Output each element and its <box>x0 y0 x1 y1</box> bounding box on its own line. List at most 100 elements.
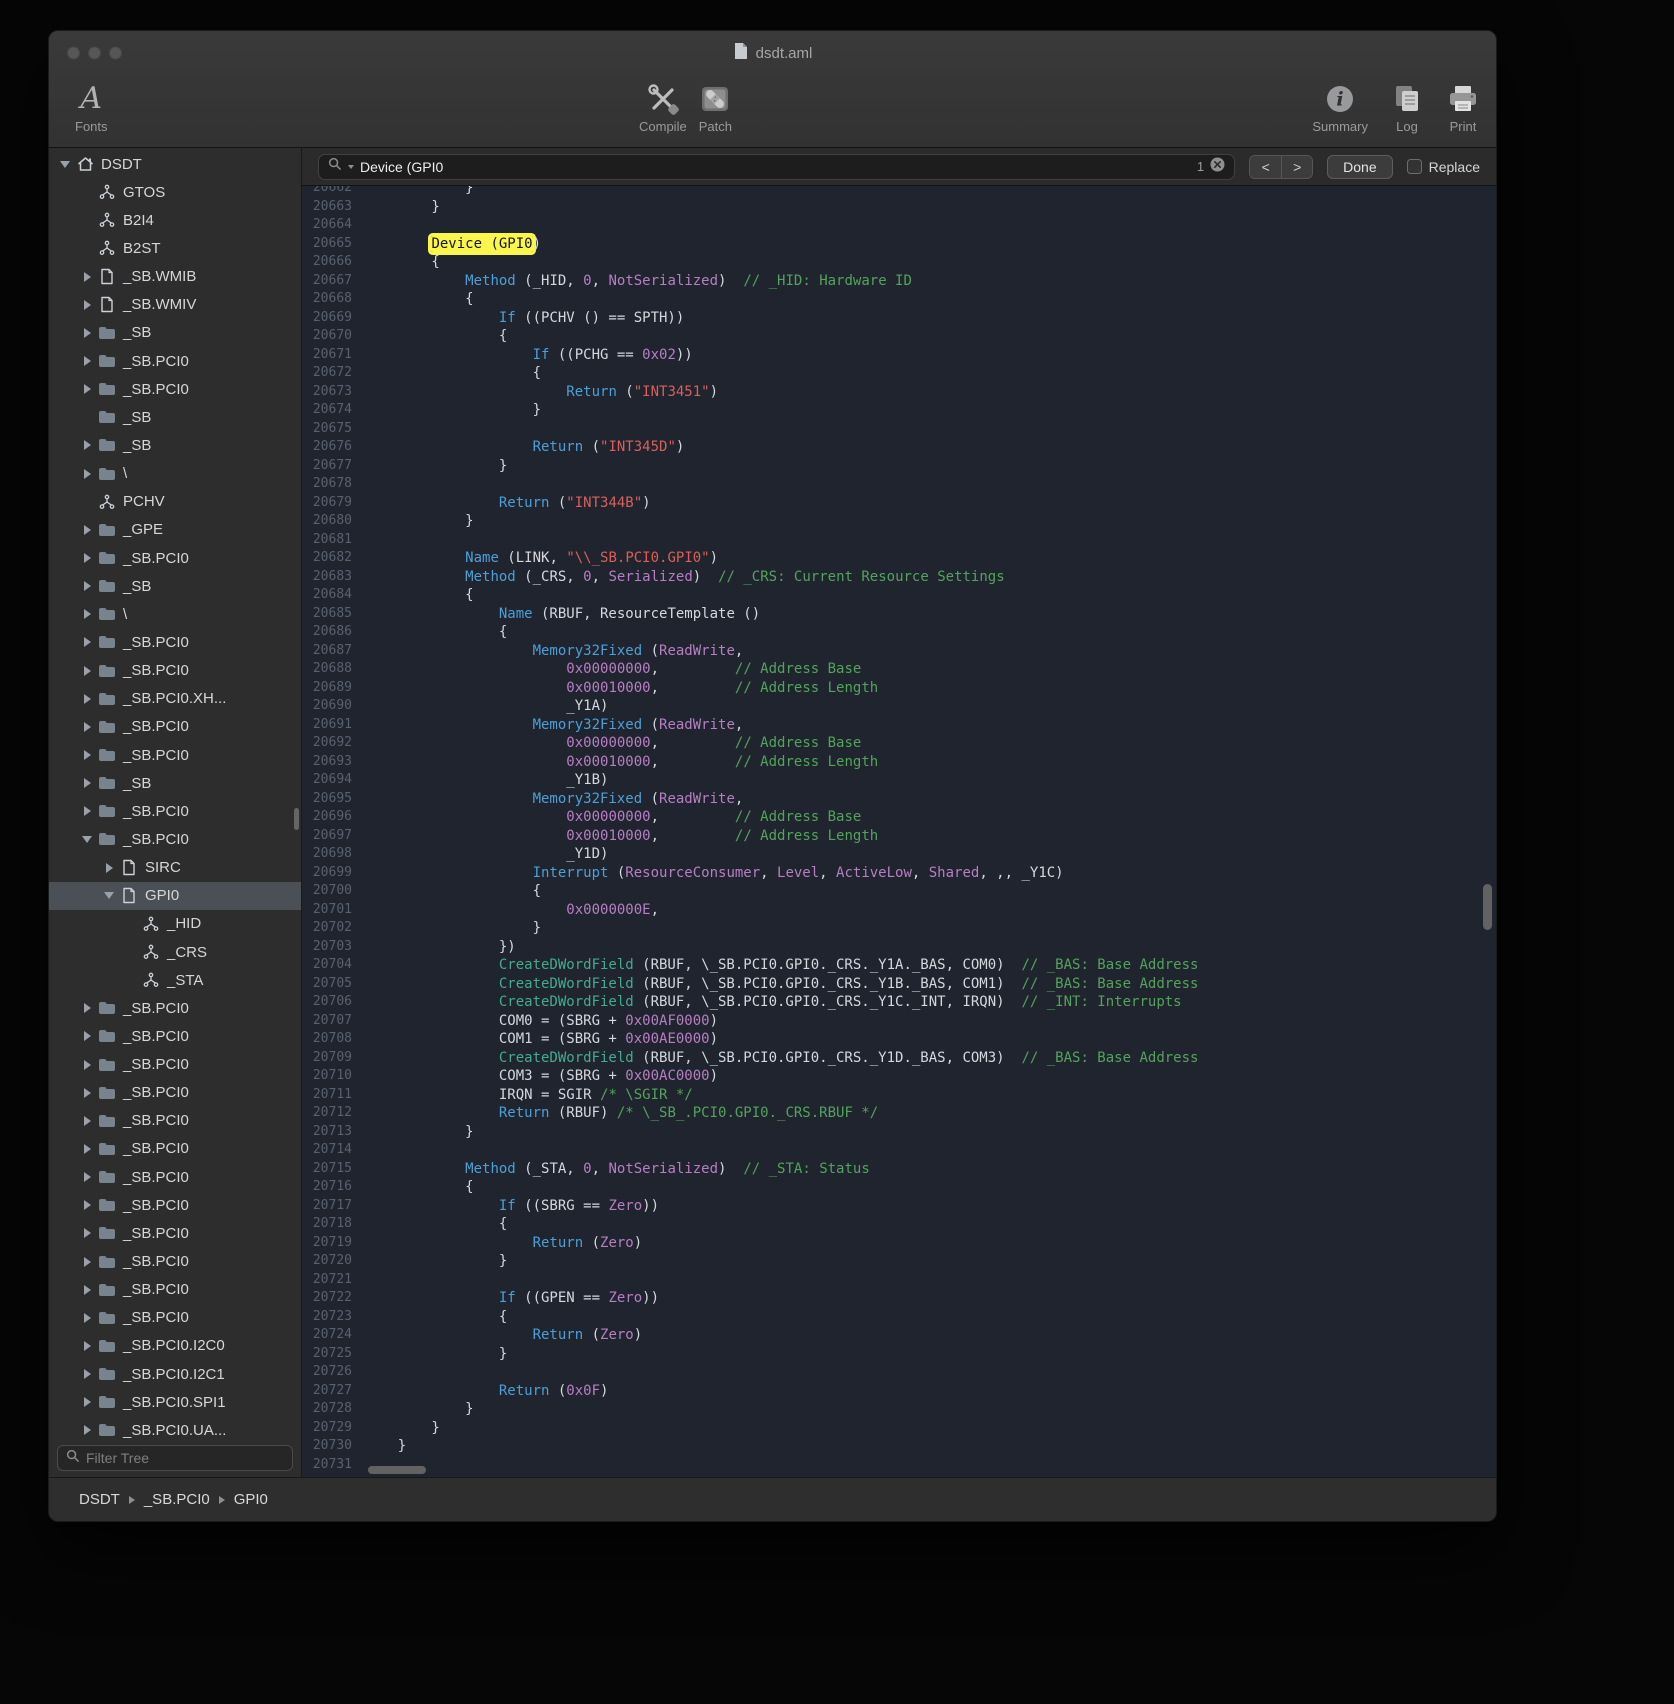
sidebar-item-sb-pci0-i2c0[interactable]: _SB.PCI0.I2C0 <box>49 1332 301 1360</box>
disclosure-right-icon[interactable] <box>79 1341 95 1351</box>
disclosure-right-icon[interactable] <box>79 1228 95 1238</box>
disclosure-right-icon[interactable] <box>79 1257 95 1267</box>
filter-tree-input[interactable] <box>86 1450 284 1466</box>
sidebar-item-sb-pci0[interactable]: _SB.PCI0 <box>49 994 301 1022</box>
disclosure-right-icon[interactable] <box>79 1088 95 1098</box>
summary-button[interactable]: i Summary <box>1312 81 1368 134</box>
disclosure-right-icon[interactable] <box>79 778 95 788</box>
disclosure-right-icon[interactable] <box>79 1116 95 1126</box>
disclosure-right-icon[interactable] <box>79 1425 95 1435</box>
sidebar-item-sb[interactable]: _SB <box>49 572 301 600</box>
disclosure-right-icon[interactable] <box>79 469 95 479</box>
sidebar-item-sb-pci0[interactable]: _SB.PCI0 <box>49 375 301 403</box>
sidebar-item-gpe[interactable]: _GPE <box>49 516 301 544</box>
disclosure-right-icon[interactable] <box>79 328 95 338</box>
sidebar-scrollbar-thumb[interactable] <box>294 808 299 830</box>
find-field[interactable]: 1 <box>318 154 1235 180</box>
sidebar-item-sb-pci0[interactable]: _SB.PCI0 <box>49 797 301 825</box>
sidebar-item-sb-pci0[interactable]: _SB.PCI0 <box>49 1163 301 1191</box>
disclosure-right-icon[interactable] <box>79 637 95 647</box>
sidebar-item-sirc[interactable]: SIRC <box>49 854 301 882</box>
sidebar-item-sb-pci0[interactable]: _SB.PCI0 <box>49 1022 301 1050</box>
disclosure-down-icon[interactable] <box>79 836 95 843</box>
sidebar-item-sb-pci0[interactable]: _SB.PCI0 <box>49 1135 301 1163</box>
sidebar-item-sb-pci0[interactable]: _SB.PCI0 <box>49 544 301 572</box>
disclosure-right-icon[interactable] <box>79 609 95 619</box>
disclosure-right-icon[interactable] <box>79 1144 95 1154</box>
sidebar-item-sb-pci0[interactable]: _SB.PCI0 <box>49 1304 301 1332</box>
sidebar-item-gtos[interactable]: GTOS <box>49 178 301 206</box>
disclosure-right-icon[interactable] <box>79 1031 95 1041</box>
sidebar-item-sb[interactable]: _SB <box>49 319 301 347</box>
sidebar-item-sb-pci0[interactable]: _SB.PCI0 <box>49 1247 301 1275</box>
disclosure-right-icon[interactable] <box>79 1285 95 1295</box>
sidebar-item-sb-wmib[interactable]: _SB.WMIB <box>49 263 301 291</box>
sidebar-item-sb-pci0[interactable]: _SB.PCI0 <box>49 657 301 685</box>
disclosure-down-icon[interactable] <box>57 161 73 168</box>
sidebar-item-sb[interactable]: _SB <box>49 431 301 459</box>
horizontal-scrollbar-thumb[interactable] <box>368 1466 426 1474</box>
sidebar-item-sb-wmiv[interactable]: _SB.WMIV <box>49 291 301 319</box>
close-window-button[interactable] <box>67 47 80 60</box>
disclosure-right-icon[interactable] <box>79 525 95 535</box>
breadcrumb-item[interactable]: GPI0 <box>234 1491 268 1508</box>
disclosure-right-icon[interactable] <box>79 1369 95 1379</box>
sidebar-item-sb-pci0[interactable]: _SB.PCI0 <box>49 1079 301 1107</box>
sidebar-item-sb-pci0-i2c1[interactable]: _SB.PCI0.I2C1 <box>49 1360 301 1388</box>
sidebar-item-sta[interactable]: _STA <box>49 966 301 994</box>
find-previous-button[interactable]: < <box>1250 156 1281 178</box>
disclosure-right-icon[interactable] <box>79 300 95 310</box>
disclosure-right-icon[interactable] <box>79 581 95 591</box>
sidebar-item-sb[interactable]: _SB <box>49 403 301 431</box>
disclosure-right-icon[interactable] <box>79 1172 95 1182</box>
disclosure-right-icon[interactable] <box>79 1060 95 1070</box>
clear-search-icon[interactable] <box>1210 157 1225 177</box>
compile-button[interactable]: Compile <box>639 81 687 134</box>
sidebar-item-sb-pci0[interactable]: _SB.PCI0 <box>49 741 301 769</box>
disclosure-right-icon[interactable] <box>79 553 95 563</box>
zoom-window-button[interactable] <box>109 47 122 60</box>
sidebar-item-gpi0[interactable]: GPI0 <box>49 882 301 910</box>
sidebar-item-sb-pci0-spi1[interactable]: _SB.PCI0.SPI1 <box>49 1388 301 1416</box>
disclosure-right-icon[interactable] <box>79 694 95 704</box>
sidebar-item-sb-pci0-ua[interactable]: _SB.PCI0.UA... <box>49 1416 301 1441</box>
sidebar-item-sb-pci0[interactable]: _SB.PCI0 <box>49 713 301 741</box>
sidebar-item-backslash[interactable]: \ <box>49 600 301 628</box>
sidebar-item-backslash[interactable]: \ <box>49 460 301 488</box>
patch-button[interactable]: Patch <box>699 81 732 134</box>
sidebar-item-sb-pci0[interactable]: _SB.PCI0 <box>49 347 301 375</box>
sidebar-item-pchv[interactable]: PCHV <box>49 488 301 516</box>
code-area[interactable]: 20662 }20663 }2066420665 Device (GPI0)20… <box>302 186 1496 1477</box>
disclosure-right-icon[interactable] <box>79 1200 95 1210</box>
disclosure-right-icon[interactable] <box>79 272 95 282</box>
sidebar-item-sb-pci0[interactable]: _SB.PCI0 <box>49 1191 301 1219</box>
disclosure-right-icon[interactable] <box>79 1313 95 1323</box>
search-history-caret-icon[interactable] <box>348 165 354 169</box>
disclosure-right-icon[interactable] <box>79 750 95 760</box>
breadcrumb-item[interactable]: DSDT <box>79 1491 120 1508</box>
sidebar-item-sb-pci0-xh[interactable]: _SB.PCI0.XH... <box>49 685 301 713</box>
sidebar-item-sb-pci0[interactable]: _SB.PCI0 <box>49 1107 301 1135</box>
print-button[interactable]: Print <box>1446 81 1480 134</box>
disclosure-right-icon[interactable] <box>79 806 95 816</box>
vertical-scrollbar-thumb[interactable] <box>1483 884 1492 930</box>
disclosure-right-icon[interactable] <box>79 1003 95 1013</box>
find-next-button[interactable]: > <box>1281 156 1312 178</box>
sidebar-item-sb-pci0[interactable]: _SB.PCI0 <box>49 628 301 656</box>
sidebar-item-hid[interactable]: _HID <box>49 910 301 938</box>
sidebar-item-dsdt[interactable]: DSDT <box>49 150 301 178</box>
filter-tree-field[interactable] <box>57 1445 293 1471</box>
disclosure-right-icon[interactable] <box>79 384 95 394</box>
disclosure-right-icon[interactable] <box>79 356 95 366</box>
breadcrumb-item[interactable]: _SB.PCI0 <box>144 1491 210 1508</box>
fonts-button[interactable]: A Fonts <box>75 81 108 134</box>
sidebar-item-crs[interactable]: _CRS <box>49 938 301 966</box>
sidebar-item-b2st[interactable]: B2ST <box>49 234 301 262</box>
disclosure-right-icon[interactable] <box>79 722 95 732</box>
log-button[interactable]: Log <box>1390 81 1424 134</box>
sidebar-item-sb-pci0[interactable]: _SB.PCI0 <box>49 1051 301 1079</box>
sidebar-item-sb-pci0[interactable]: _SB.PCI0 <box>49 1219 301 1247</box>
sidebar-item-b2i4[interactable]: B2I4 <box>49 206 301 234</box>
sidebar-item-sb[interactable]: _SB <box>49 769 301 797</box>
done-button[interactable]: Done <box>1327 155 1392 179</box>
